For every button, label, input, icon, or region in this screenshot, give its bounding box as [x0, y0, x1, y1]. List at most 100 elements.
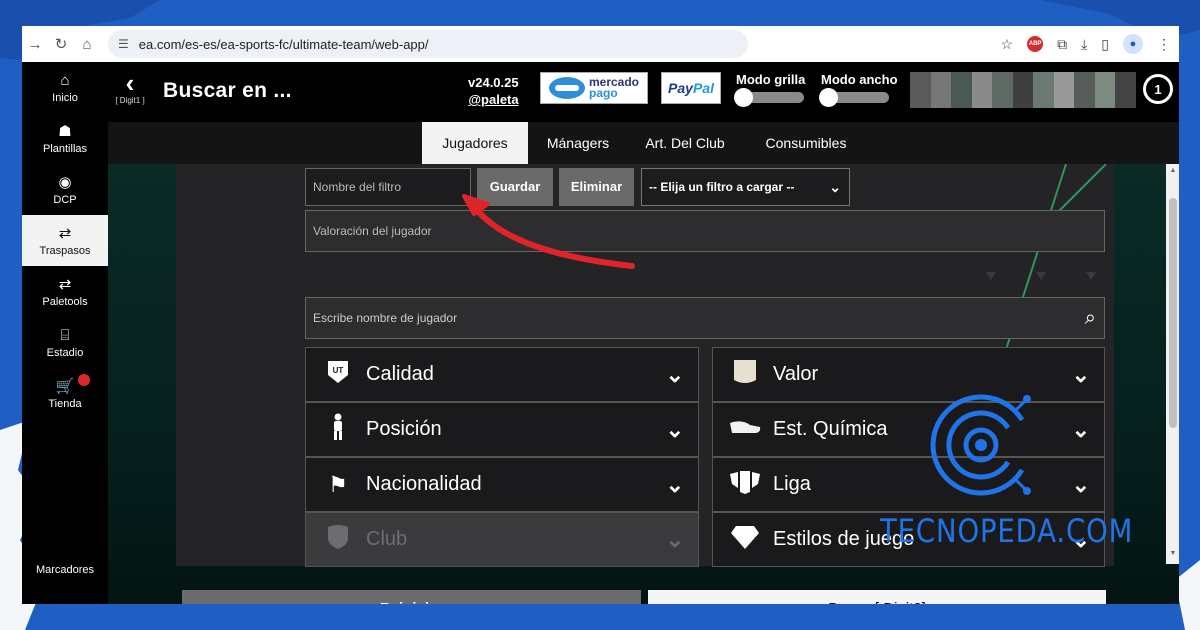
watermark-text: TECNOPEDA.COM [880, 512, 1134, 550]
tab-managers[interactable]: Mánagers [538, 122, 618, 164]
handshake-icon [548, 77, 585, 99]
scroll-thumb[interactable] [1169, 198, 1177, 428]
forward-icon[interactable]: → [22, 36, 48, 53]
paypal-text-a: Pay [668, 80, 693, 96]
squad-icon: ☗ [58, 122, 72, 140]
load-filter-value: -- Elija un filtro a cargar -- [649, 180, 795, 194]
filter-label: Club [366, 528, 408, 550]
filter-valor[interactable]: Valor ⌄ [712, 347, 1105, 402]
search-panel: Nombre del filtro Guardar Eliminar -- El… [176, 164, 1179, 567]
wide-mode-toggle[interactable]: Modo ancho [819, 72, 898, 107]
version-info: v24.0.25 @paleta [468, 74, 519, 108]
sidebar-item-plantillas[interactable]: ☗ Plantillas [22, 113, 108, 164]
reset-button[interactable]: Reiniciar [182, 590, 641, 604]
filter-label: Calidad [366, 363, 434, 385]
toggle-track[interactable] [734, 88, 804, 107]
scroll-down-icon[interactable]: ▼ [1166, 550, 1179, 557]
panel-scrollbar[interactable]: ▲ ▼ [1166, 164, 1179, 564]
sidepanel-icon[interactable]: ▯ [1101, 36, 1109, 53]
toggle-knob [819, 88, 838, 107]
chevron-down-icon: ⌄ [665, 526, 684, 552]
stadium-icon: ⌸ [60, 326, 70, 344]
search-tabs: Jugadores Mánagers Art. Del Club Consumi… [108, 122, 1179, 164]
filter-label: Nacionalidad [366, 473, 482, 495]
sidebar-item-paletools[interactable]: ⇄ Paletools [22, 266, 108, 317]
search-button[interactable]: Buscar[ Digit2] [648, 590, 1106, 604]
app-sidebar: ⌂ Inicio ☗ Plantillas ◉ DCP ⇄ Traspasos … [22, 62, 108, 604]
chevron-left-icon: ‹ [125, 68, 135, 98]
menu-kebab-icon[interactable]: ⋮ [1157, 36, 1171, 53]
player-name-search[interactable]: Escribe nombre de jugador ⌕ [305, 297, 1105, 339]
toggle-knob [734, 88, 753, 107]
sidebar-item-label: Paletools [42, 295, 88, 308]
sidebar-item-label: Estadio [46, 346, 84, 359]
grid-mode-toggle[interactable]: Modo grilla [734, 72, 806, 107]
flag-icon: ⚑ [328, 471, 348, 497]
extensions-icon[interactable]: ⧉ [1057, 36, 1067, 53]
card-quality-icon [727, 358, 763, 392]
sidebar-item-estadio[interactable]: ⌸ Estadio [22, 317, 108, 368]
diamond-icon [727, 524, 763, 556]
transfer-icon: ⇄ [58, 275, 72, 293]
site-settings-icon[interactable]: ☰ [118, 37, 129, 51]
author-link[interactable]: @paleta [468, 91, 518, 108]
browser-toolbar: → ↻ ⌂ ☰ ea.com/es-es/ea-sports-fc/ultima… [22, 26, 1179, 62]
filter-posicion[interactable]: Posición ⌄ [305, 402, 699, 457]
tab-consumibles[interactable]: Consumibles [748, 122, 864, 164]
toggle-label: Modo grilla [736, 72, 806, 87]
chevron-down-icon: ⌄ [1071, 416, 1090, 442]
search-icon[interactable]: ⌕ [1085, 298, 1096, 338]
download-icon[interactable]: ⤓ [1081, 36, 1087, 53]
chevron-down-icon: ⌄ [1071, 361, 1090, 387]
chevron-down-icon: ⌄ [665, 471, 684, 497]
save-filter-button[interactable]: Guardar [477, 168, 553, 206]
filter-nacionalidad[interactable]: ⚑ Nacionalidad ⌄ [305, 457, 699, 512]
address-bar[interactable]: ☰ ea.com/es-es/ea-sports-fc/ultimate-tea… [108, 30, 748, 58]
player-rating-input[interactable]: Valoración del jugador [305, 210, 1105, 252]
notification-dot [78, 374, 90, 386]
pixelated-user-info [910, 72, 1137, 108]
fc-badge-icon[interactable]: 1 [1143, 74, 1173, 104]
home-icon[interactable]: ⌂ [74, 36, 100, 53]
sidebar-item-label: DCP [53, 193, 77, 206]
profile-icon[interactable]: ● [1123, 34, 1143, 54]
delete-filter-button[interactable]: Eliminar [559, 168, 634, 206]
filter-est-quimica[interactable]: Est. Química ⌄ [712, 402, 1105, 457]
toggle-track[interactable] [819, 88, 889, 107]
back-button[interactable]: ‹ [ Digit1 ] [108, 70, 152, 105]
chevron-down-icon: ⌄ [665, 361, 684, 387]
filter-liga[interactable]: Liga ⌄ [712, 457, 1105, 512]
filter-club: Club ⌄ [305, 512, 699, 567]
player-name-placeholder: Escribe nombre de jugador [313, 311, 458, 325]
sidebar-item-tienda[interactable]: 🛒 Tienda [22, 368, 108, 419]
chevron-down-icon: ⌄ [665, 416, 684, 442]
load-filter-select[interactable]: -- Elija un filtro a cargar -- ⌄ [641, 168, 850, 206]
filter-name-input[interactable]: Nombre del filtro [305, 168, 471, 206]
paypal-logo[interactable]: PayPal [661, 72, 721, 104]
transfer-icon: ⇄ [58, 224, 72, 242]
sidebar-item-traspasos[interactable]: ⇄ Traspasos [22, 215, 108, 266]
tab-club-items[interactable]: Art. Del Club [630, 122, 740, 164]
filter-label: Valor [773, 363, 819, 385]
club-shield-icon [320, 524, 356, 556]
sidebar-item-marcadores[interactable]: Marcadores [22, 564, 108, 576]
mercado-pago-logo[interactable]: mercado pago [540, 72, 648, 104]
chevron-down-icon: ⌄ [1071, 471, 1090, 497]
quality-icon: UT [320, 359, 356, 391]
bookmark-star-icon[interactable]: ☆ [1001, 36, 1014, 53]
scroll-up-icon[interactable]: ▲ [1166, 167, 1179, 174]
league-icon [727, 470, 763, 500]
sidebar-item-label: Tienda [48, 397, 82, 410]
sidebar-item-label: Inicio [52, 91, 78, 104]
home-icon: ⌂ [60, 71, 70, 89]
sidebar-item-label: Plantillas [42, 142, 88, 155]
reload-icon[interactable]: ↻ [48, 35, 74, 53]
version-number: v24.0.25 [468, 75, 519, 90]
adblock-icon[interactable]: ABP [1027, 36, 1044, 52]
toggle-label: Modo ancho [821, 72, 898, 87]
filter-calidad[interactable]: UT Calidad ⌄ [305, 347, 699, 402]
tab-jugadores[interactable]: Jugadores [422, 122, 528, 164]
filter-label: Posición [366, 418, 442, 440]
sidebar-item-inicio[interactable]: ⌂ Inicio [22, 62, 108, 113]
sidebar-item-dcp[interactable]: ◉ DCP [22, 164, 108, 215]
